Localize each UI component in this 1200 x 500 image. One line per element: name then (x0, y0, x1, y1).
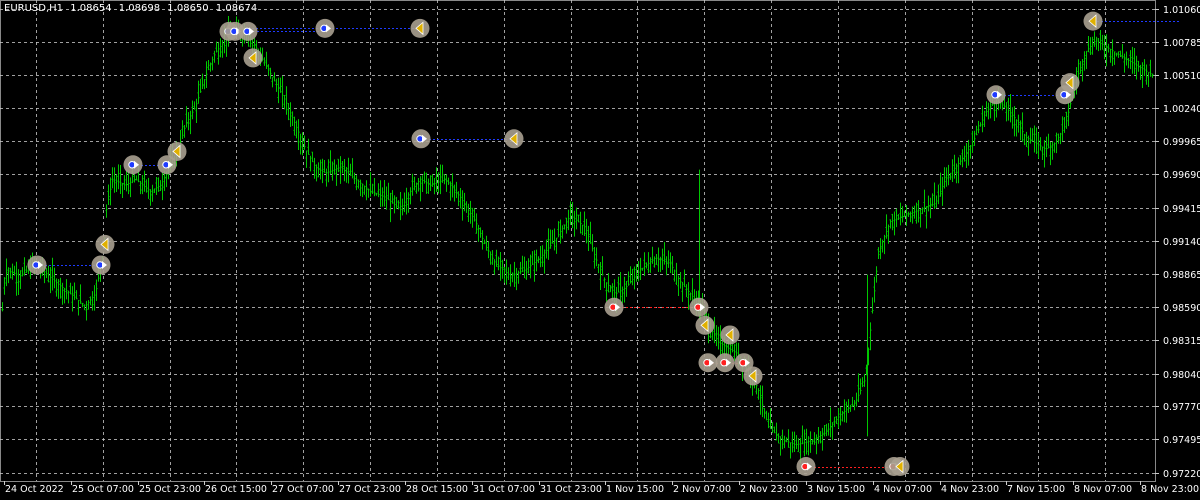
low-value: 1.08650 (167, 3, 209, 14)
high-value: 1.08698 (118, 3, 161, 14)
open-value: 1.08654 (70, 3, 112, 14)
y-tick-label: 1.00510 (1163, 71, 1200, 82)
x-tick-label: 26 Oct 15:00 (205, 484, 267, 495)
y-tick-label: 0.99965 (1163, 137, 1200, 148)
chart-window: 1.01060 1.00785 1.00510 1.00240 0.99965 0.996… (0, 0, 1200, 500)
x-tick-label: 4 Nov 23:00 (941, 484, 999, 495)
x-tick-label: 7 Nov 15:00 (1007, 484, 1065, 495)
x-tick-label: 2 Nov 07:00 (673, 484, 731, 495)
x-tick-label: 1 Nov 15:00 (606, 484, 664, 495)
x-tick-label: 24 Oct 2022 (5, 484, 64, 495)
y-tick-label: 0.99140 (1163, 237, 1200, 248)
close-value: 1.08674 (215, 3, 258, 14)
x-tick-label: 27 Oct 23:00 (339, 484, 401, 495)
y-tick-label: 0.97495 (1163, 435, 1200, 446)
y-tick-label: 0.97770 (1163, 402, 1200, 413)
y-tick-label: 0.99415 (1163, 204, 1200, 215)
chart-canvas[interactable]: 1.01060 1.00785 1.00510 1.00240 0.99965 0.996… (0, 0, 1200, 500)
y-tick-label: 0.98315 (1163, 336, 1200, 347)
y-tick-label: 1.00785 (1163, 38, 1200, 49)
x-tick-label: 25 Oct 07:00 (72, 484, 134, 495)
x-tick-label: 3 Nov 15:00 (807, 484, 865, 495)
chart-header: EURUSD,H1 1.08654 1.08698 1.08650 1.0867… (4, 3, 261, 14)
y-tick-label: 0.98590 (1163, 303, 1200, 314)
x-tick-label: 31 Oct 07:00 (473, 484, 535, 495)
x-tick-label: 4 Nov 07:00 (874, 484, 932, 495)
y-tick-label: 0.98865 (1163, 270, 1200, 281)
y-tick-label: 0.99690 (1163, 170, 1200, 181)
x-tick-label: 25 Oct 23:00 (139, 484, 201, 495)
y-tick-label: 1.01060 (1163, 5, 1200, 16)
x-tick-label: 27 Oct 07:00 (272, 484, 334, 495)
y-tick-label: 1.00240 (1163, 104, 1200, 115)
x-tick-label: 31 Oct 23:00 (540, 484, 602, 495)
y-tick-label: 0.97220 (1163, 469, 1200, 480)
x-tick-label: 8 Nov 23:00 (1141, 484, 1199, 495)
x-tick-label: 8 Nov 07:00 (1074, 484, 1132, 495)
y-tick-label: 0.98040 (1163, 370, 1200, 381)
symbol-label: EURUSD,H1 (4, 3, 64, 14)
x-tick-label: 28 Oct 15:00 (406, 484, 468, 495)
x-tick-label: 2 Nov 23:00 (740, 484, 798, 495)
